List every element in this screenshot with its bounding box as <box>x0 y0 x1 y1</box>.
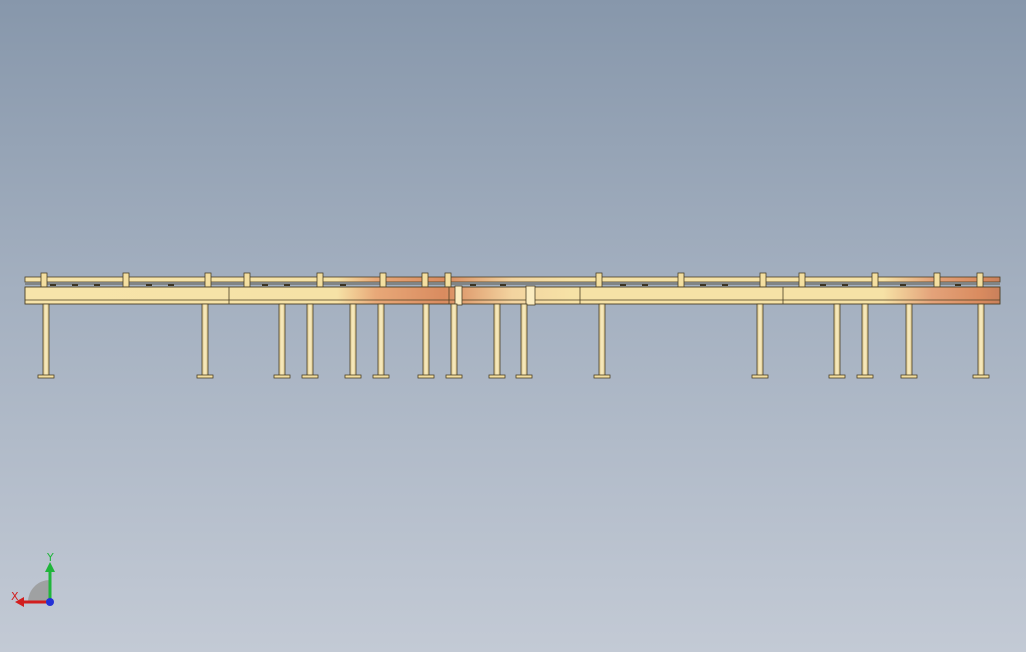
leg-feet <box>37 374 990 379</box>
main-beam <box>24 285 1001 306</box>
triad-quarter-disc <box>28 580 50 602</box>
x-axis-label: X <box>11 590 19 603</box>
z-axis-dot <box>46 598 54 606</box>
top-rail <box>24 276 1001 285</box>
y-axis-label: Y <box>46 551 54 564</box>
axis-triad[interactable]: Y X <box>8 548 72 612</box>
support-legs <box>42 303 985 377</box>
cad-viewport[interactable]: Y X <box>0 0 1026 652</box>
conveyor-model[interactable] <box>0 0 1026 652</box>
